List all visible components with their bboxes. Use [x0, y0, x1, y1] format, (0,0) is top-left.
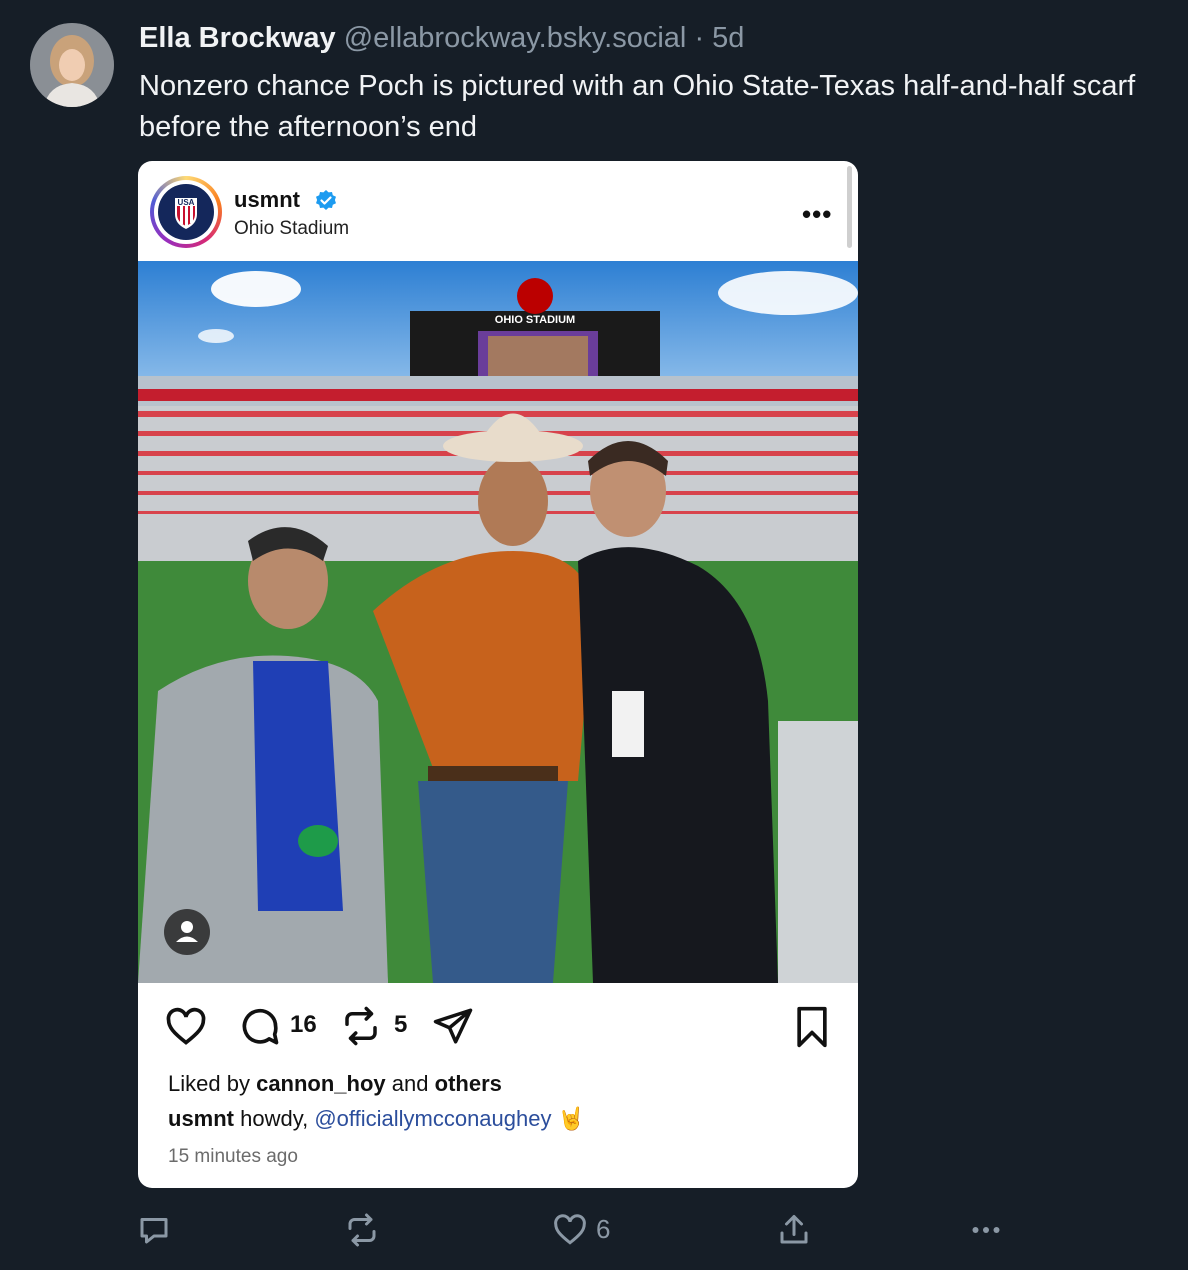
- share-icon[interactable]: [776, 1212, 812, 1248]
- comments-count: 16: [290, 1011, 317, 1038]
- verified-badge-icon: [316, 190, 336, 210]
- likes-others[interactable]: others: [435, 1071, 502, 1096]
- author-name[interactable]: Ella Brockway: [139, 22, 336, 54]
- embedded-instagram-post[interactable]: USA usmnt Ohio Stadium ••• OHIO STADIUM …: [138, 161, 858, 1188]
- post-header: Ella Brockway @ellabrockway.bsky.social …: [139, 22, 744, 55]
- stadium-photo: OHIO STADIUM: [138, 261, 858, 983]
- post-photo[interactable]: OHIO STADIUM: [138, 261, 858, 983]
- author-handle[interactable]: @ellabrockway.bsky.social: [344, 22, 687, 54]
- ig-post-header: USA usmnt Ohio Stadium •••: [138, 161, 858, 261]
- repost-icon[interactable]: [340, 1005, 382, 1047]
- comment-icon[interactable]: [238, 1005, 282, 1049]
- ig-action-bar: 16 5: [138, 991, 858, 1061]
- ig-username[interactable]: usmnt: [234, 187, 300, 213]
- post-action-bar: 6: [0, 1200, 1188, 1260]
- likes-user[interactable]: cannon_hoy: [256, 1071, 386, 1096]
- likes-line: Liked by cannon_hoy and others: [168, 1071, 502, 1097]
- repost-icon[interactable]: [344, 1212, 380, 1248]
- person-tag-icon[interactable]: [164, 909, 210, 955]
- avatar-image: [30, 23, 114, 107]
- more-options-icon[interactable]: [968, 1212, 1004, 1248]
- separator-dot: ·: [694, 22, 705, 54]
- post-text: Nonzero chance Poch is pictured with an …: [139, 70, 1136, 143]
- logo-text: USA: [178, 198, 195, 207]
- caption-text: howdy,: [240, 1106, 309, 1131]
- reply-icon[interactable]: [136, 1212, 172, 1248]
- post-age[interactable]: 5d: [712, 22, 744, 54]
- like-icon[interactable]: [552, 1212, 588, 1248]
- reposts-count: 5: [394, 1011, 408, 1038]
- caption-emoji: 🤘: [557, 1106, 586, 1131]
- send-icon[interactable]: [432, 1005, 474, 1047]
- author-avatar[interactable]: [30, 23, 114, 107]
- likes-and: and: [391, 1071, 429, 1096]
- caption-mention[interactable]: @officiallymcconaughey: [314, 1106, 551, 1131]
- scrollbar[interactable]: [847, 166, 852, 248]
- ig-caption: usmnt howdy, @officiallymcconaughey 🤘: [168, 1106, 585, 1132]
- likes-count: 6: [596, 1214, 611, 1244]
- ig-avatar-ring[interactable]: USA: [150, 176, 222, 248]
- usa-logo-icon: USA: [158, 184, 214, 240]
- caption-user[interactable]: usmnt: [168, 1106, 234, 1131]
- likes-prefix: Liked by: [168, 1071, 250, 1096]
- bookmark-icon[interactable]: [792, 1005, 832, 1049]
- more-options-icon[interactable]: •••: [802, 199, 832, 230]
- heart-icon[interactable]: [164, 1005, 208, 1049]
- ig-location[interactable]: Ohio Stadium: [234, 218, 349, 240]
- scoreboard-text: OHIO STADIUM: [495, 314, 575, 326]
- ig-timestamp: 15 minutes ago: [168, 1146, 298, 1167]
